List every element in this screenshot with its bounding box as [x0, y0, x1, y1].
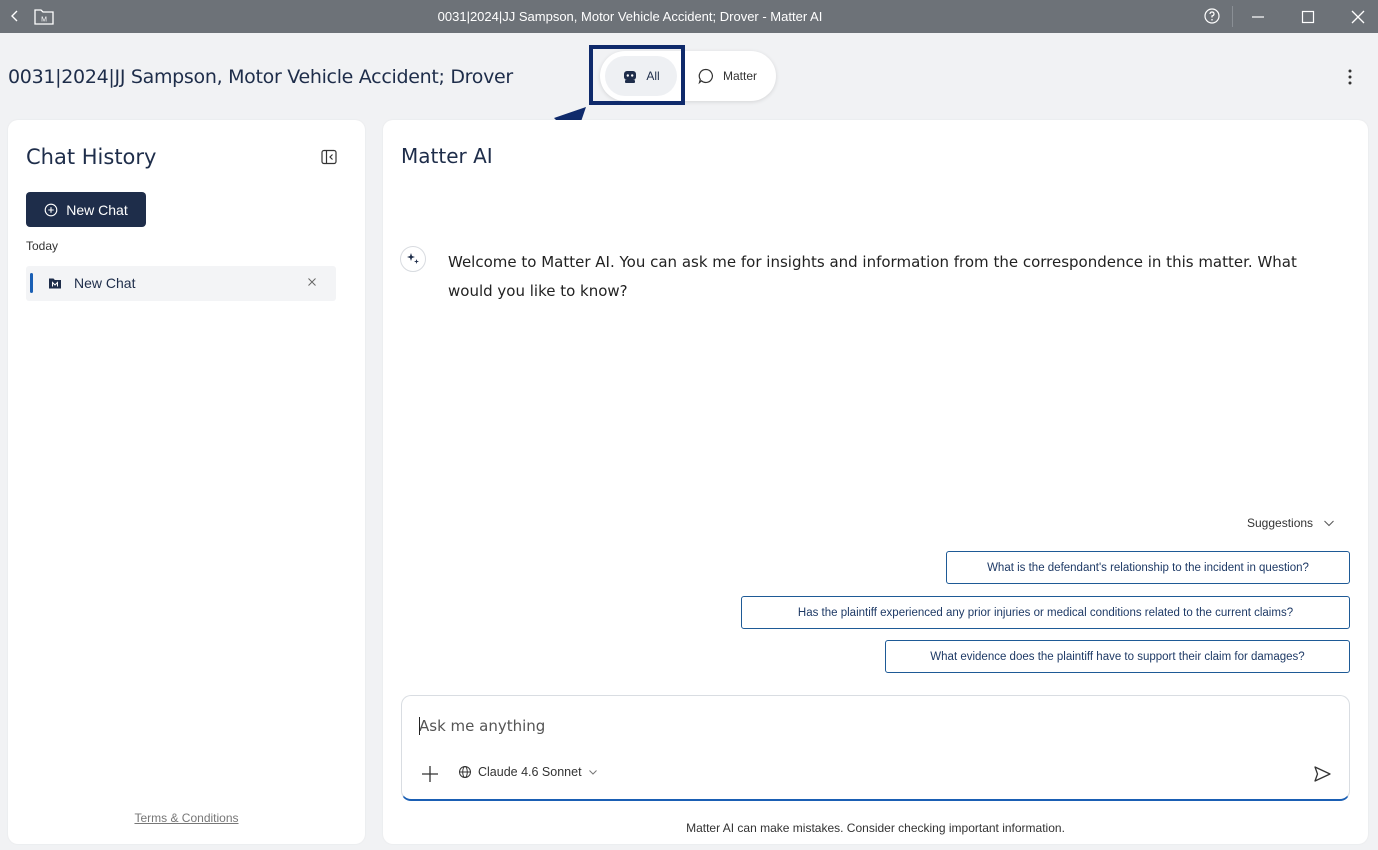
chat-bubble-icon [698, 68, 713, 85]
group-label-today: Today [26, 239, 59, 253]
suggestion-chip[interactable]: What is the defendant's relationship to … [946, 551, 1350, 584]
chat-input[interactable] [419, 714, 1279, 738]
more-options-icon[interactable] [1342, 66, 1358, 88]
send-icon[interactable] [1311, 763, 1333, 785]
mode-matter-button[interactable]: Matter [686, 56, 768, 96]
model-selector[interactable]: Claude 4.6 Sonnet [458, 765, 598, 779]
chat-history-item[interactable]: New Chat [26, 266, 336, 301]
window-title: 0031|2024|JJ Sampson, Motor Vehicle Acci… [437, 9, 823, 24]
close-window-icon[interactable] [1346, 6, 1370, 28]
new-chat-label: New Chat [66, 201, 128, 218]
help-icon[interactable] [1203, 7, 1221, 25]
collapse-sidebar-icon[interactable] [320, 148, 338, 166]
matter-ai-panel: Matter AI Welcome to Matter AI. You can … [383, 120, 1368, 844]
disclaimer-text: Matter AI can make mistakes. Consider ch… [686, 821, 1065, 835]
suggestion-chip[interactable]: What evidence does the plaintiff have to… [885, 640, 1350, 673]
maximize-icon[interactable] [1296, 6, 1320, 28]
globe-icon [459, 766, 471, 778]
new-chat-button[interactable]: New Chat [26, 192, 146, 227]
sparkle-icon [407, 253, 419, 264]
folder-m-icon [49, 278, 61, 289]
matter-title: 0031|2024|JJ Sampson, Motor Vehicle Acci… [8, 66, 513, 88]
chat-history-item-label: New Chat [74, 275, 136, 291]
chat-history-panel: Chat History New Chat Today New Chat Ter… [8, 120, 365, 844]
active-indicator [30, 273, 33, 293]
model-label: Claude 4.6 Sonnet [478, 765, 582, 779]
matter-ai-title: Matter AI [401, 144, 493, 168]
text-cursor [419, 717, 420, 735]
add-attachment-icon[interactable] [419, 763, 441, 785]
chevron-down-icon [588, 770, 597, 775]
terms-link[interactable]: Terms & Conditions [8, 811, 365, 825]
annotation-highlight-box [589, 45, 685, 105]
titlebar-divider [1232, 6, 1233, 27]
mode-matter-label: Matter [722, 69, 757, 83]
ai-avatar [400, 246, 426, 272]
delete-chat-icon[interactable] [305, 275, 319, 289]
suggestions-label: Suggestions [1247, 516, 1314, 530]
suggestions-toggle[interactable]: Suggestions [1247, 516, 1335, 530]
chevron-down-icon [1324, 520, 1334, 527]
welcome-message: Welcome to Matter AI. You can ask me for… [448, 253, 1297, 300]
window-titlebar: M 0031|2024|JJ Sampson, Motor Vehicle Ac… [0, 0, 1378, 33]
suggestion-chip[interactable]: Has the plaintiff experienced any prior … [741, 596, 1350, 629]
chat-composer: Claude 4.6 Sonnet [401, 695, 1350, 801]
chat-history-title: Chat History [26, 145, 157, 169]
minimize-icon[interactable] [1246, 6, 1270, 28]
plus-circle-icon [44, 203, 58, 216]
